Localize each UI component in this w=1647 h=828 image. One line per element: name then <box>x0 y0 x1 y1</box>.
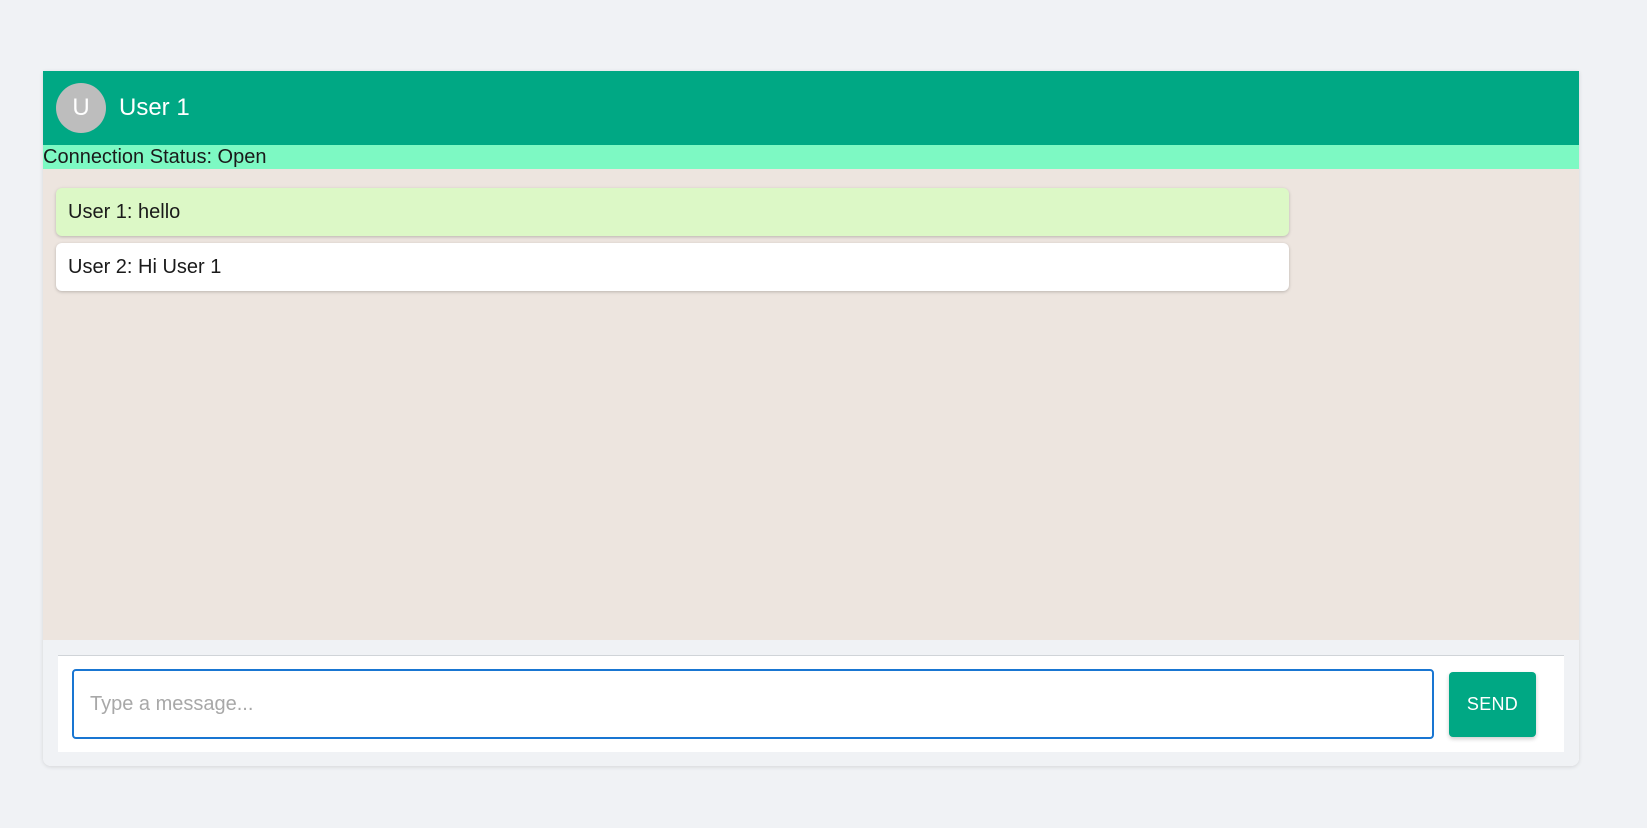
message-list[interactable]: User 1: hello User 2: Hi User 1 <box>43 169 1579 640</box>
message-bubble-other: User 2: Hi User 1 <box>56 243 1289 291</box>
message-input[interactable] <box>72 669 1434 739</box>
message-bubble-own: User 1: hello <box>56 188 1289 236</box>
avatar[interactable]: U <box>56 83 106 133</box>
composer-area: SEND <box>43 640 1579 766</box>
composer: SEND <box>58 655 1564 752</box>
chat-title: User 1 <box>119 94 190 121</box>
chat-window: U User 1 Connection Status: Open User 1:… <box>43 71 1579 766</box>
send-button[interactable]: SEND <box>1449 671 1536 737</box>
chat-header: U User 1 <box>43 71 1579 145</box>
connection-status: Connection Status: Open <box>43 145 1579 169</box>
